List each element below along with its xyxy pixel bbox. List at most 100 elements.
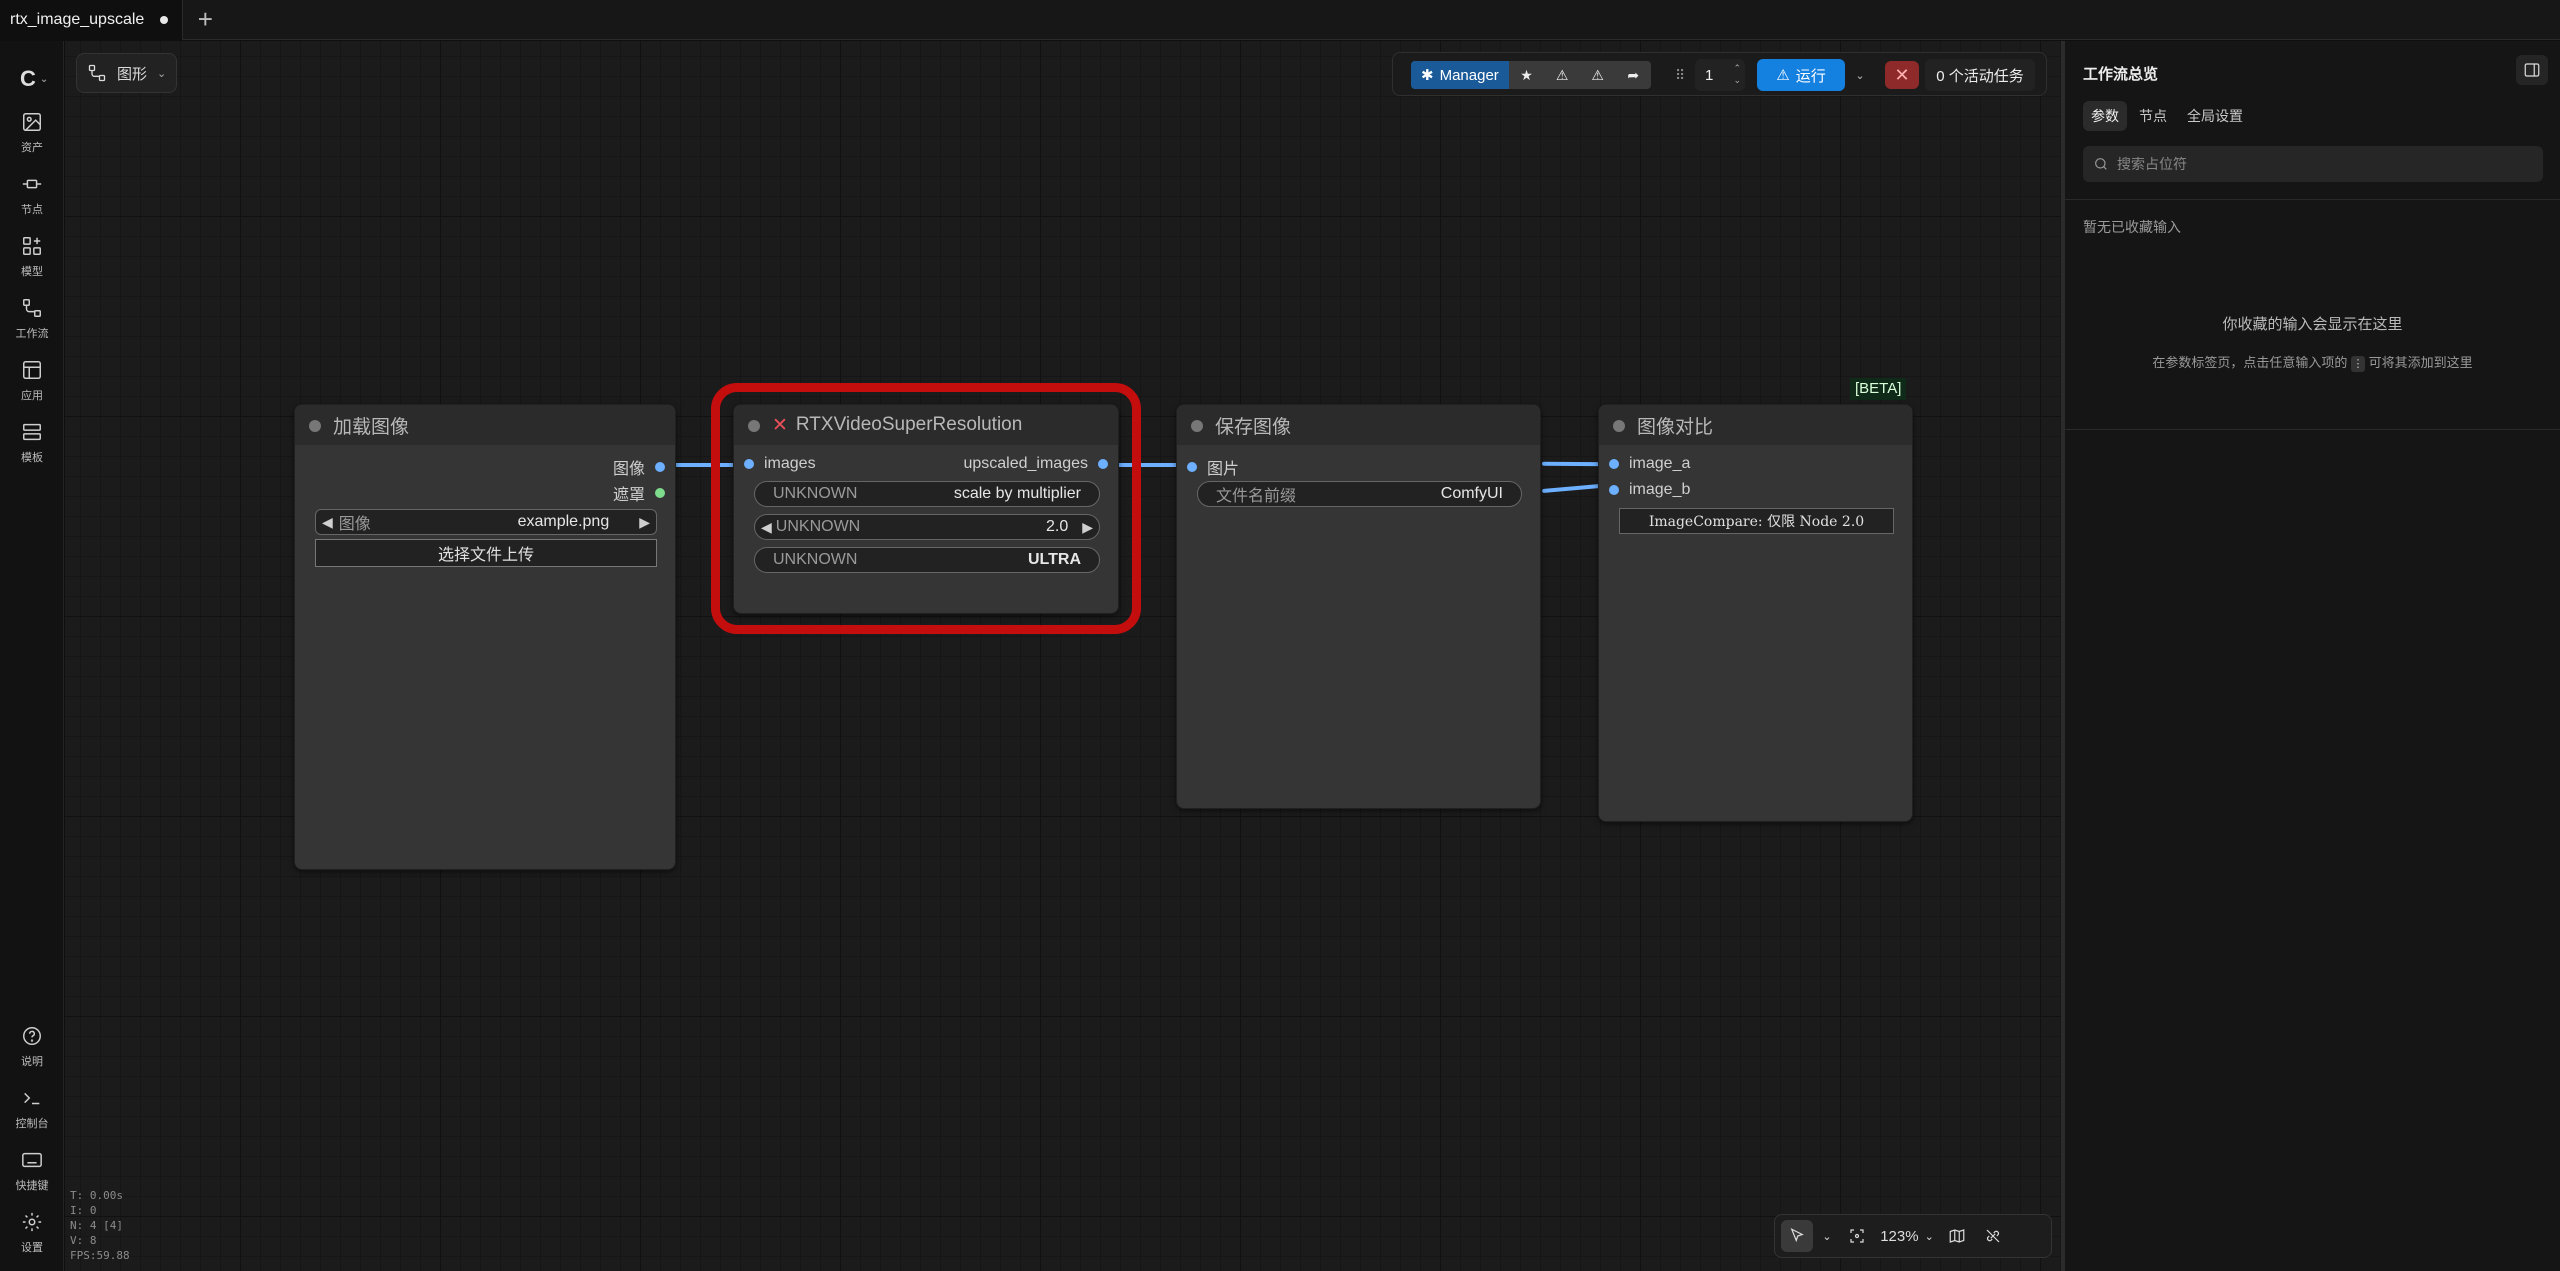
sidebar-item-label: 模型 bbox=[21, 266, 43, 278]
queue-count-input[interactable]: 1 ⌃ ⌄ bbox=[1695, 59, 1745, 91]
sidebar-item-nodes[interactable]: 节点 bbox=[0, 173, 64, 217]
node-rtx-video-super-resolution[interactable]: ✕ RTXVideoSuperResolution images upscale… bbox=[733, 404, 1119, 614]
input-socket-icon[interactable] bbox=[1187, 462, 1197, 472]
workflow-tab-label: rtx_image_upscale bbox=[10, 11, 145, 28]
widget-label: UNKNOWN bbox=[773, 485, 858, 502]
stat-i: I: 0 bbox=[70, 1204, 97, 1217]
comfy-logo-icon: C bbox=[20, 66, 36, 91]
node-title: RTXVideoSuperResolution bbox=[795, 414, 1023, 435]
tab-global-settings[interactable]: 全局设置 bbox=[2179, 101, 2251, 131]
graph-mode-button[interactable]: 图形 ⌄ bbox=[76, 53, 178, 93]
hint-text-after: 可将其添加到这里 bbox=[2368, 355, 2473, 370]
tab-parameters[interactable]: 参数 bbox=[2083, 101, 2127, 131]
sidebar-item-console[interactable]: 控制台 bbox=[0, 1087, 64, 1131]
queue-count-value: 1 bbox=[1705, 66, 1714, 84]
arrow-right-icon[interactable]: ▶ bbox=[1082, 519, 1093, 536]
cursor-icon bbox=[1790, 1228, 1804, 1243]
minimap-toggle-button[interactable] bbox=[1941, 1220, 1973, 1252]
new-tab-button[interactable]: + bbox=[183, 0, 227, 39]
output-socket-icon[interactable] bbox=[655, 488, 665, 498]
output-mask[interactable]: 遮罩 bbox=[613, 481, 665, 505]
node-title-bar[interactable]: 加载图像 bbox=[295, 405, 675, 445]
sidebar-item-label: 快捷键 bbox=[15, 1180, 49, 1192]
comfy-logo-menu[interactable]: C ⌄ bbox=[20, 65, 56, 93]
input-image-b[interactable]: image_b bbox=[1609, 481, 1690, 499]
stat-nodes: N: 4 [4] bbox=[70, 1219, 123, 1232]
node-title: 保存图像 bbox=[1215, 416, 1292, 438]
active-jobs-button[interactable]: 0 个活动任务 bbox=[1925, 59, 2035, 91]
output-image[interactable]: 图像 bbox=[613, 455, 665, 479]
fit-view-button[interactable] bbox=[1841, 1220, 1873, 1252]
map-icon bbox=[1949, 1229, 1965, 1243]
output-socket-icon[interactable] bbox=[655, 462, 665, 472]
sidebar-item-label: 资产 bbox=[21, 142, 43, 154]
node-title-bar[interactable]: 保存图像 bbox=[1177, 405, 1540, 445]
output-upscaled-images[interactable]: upscaled_images bbox=[963, 455, 1108, 473]
manager-button[interactable]: ✱ Manager bbox=[1411, 61, 1509, 89]
model-manager-icon[interactable]: ⚠ bbox=[1544, 61, 1580, 89]
run-mode-dropdown[interactable]: ⌄ bbox=[1849, 59, 1871, 91]
drag-handle-icon[interactable]: ⠿ bbox=[1675, 67, 1685, 84]
empty-state-hint: 在参数标签页，点击任意输入项的 ⋮ 可将其添加到这里 bbox=[2065, 352, 2560, 372]
scale-method-combo[interactable]: UNKNOWN scale by multiplier bbox=[754, 481, 1100, 507]
chevron-down-icon: ⌄ bbox=[1924, 1230, 1934, 1243]
node-save-image[interactable]: 保存图像 图片 文件名前缀 ComfyUI bbox=[1176, 404, 1541, 809]
scale-number-widget[interactable]: ◀ UNKNOWN 2.0 ▶ bbox=[754, 514, 1100, 540]
link-off-icon bbox=[1986, 1229, 2000, 1243]
sidebar-item-assets[interactable]: 资产 bbox=[0, 111, 64, 155]
unload-models-icon[interactable]: ⚠ bbox=[1580, 61, 1616, 89]
arrow-left-icon[interactable]: ◀ bbox=[761, 519, 772, 536]
select-tool-button[interactable] bbox=[1781, 1220, 1813, 1252]
image-file-select[interactable]: ◀ 图像 example.png ▶ bbox=[315, 509, 657, 535]
upload-button[interactable]: 选择文件上传 bbox=[315, 539, 657, 567]
sidebar-item-models[interactable]: 模型 bbox=[0, 235, 64, 279]
input-socket-icon[interactable] bbox=[1609, 459, 1619, 469]
run-button[interactable]: ⚠ 运行 bbox=[1757, 59, 1845, 91]
tool-dropdown[interactable]: ⌄ bbox=[1817, 1220, 1837, 1252]
panel-search-input[interactable]: 搜索占位符 bbox=[2083, 146, 2543, 182]
image-icon bbox=[23, 113, 41, 131]
star-icon[interactable]: ★ bbox=[1509, 61, 1545, 89]
sidebar-item-settings[interactable]: 设置 bbox=[0, 1211, 64, 1255]
sidebar-item-help[interactable]: 说明 bbox=[0, 1025, 64, 1069]
share-icon[interactable]: ➦ bbox=[1615, 61, 1651, 89]
node-load-image[interactable]: 加载图像 图像 遮罩 ◀ 图像 example.png ▶ 选择文件上传 bbox=[294, 404, 676, 870]
node-image-compare[interactable]: 图像对比 image_a image_b ImageCompare: 仅限 No… bbox=[1598, 404, 1913, 822]
workflow-tab[interactable]: rtx_image_upscale bbox=[0, 0, 184, 40]
sidebar-item-apps[interactable]: 应用 bbox=[0, 359, 64, 403]
puzzle-icon: ✱ bbox=[1421, 67, 1434, 84]
zoom-level-dropdown[interactable]: 123% ⌄ bbox=[1877, 1220, 1937, 1252]
sidebar-item-shortcuts[interactable]: 快捷键 bbox=[0, 1149, 64, 1193]
empty-state-title: 你收藏的输入会显示在这里 bbox=[2222, 316, 2403, 333]
input-image-a[interactable]: image_a bbox=[1609, 455, 1690, 473]
quality-combo[interactable]: UNKNOWN ULTRA bbox=[754, 547, 1100, 573]
tab-nodes[interactable]: 节点 bbox=[2131, 101, 2175, 131]
workflow-icon bbox=[88, 64, 106, 82]
sidebar-item-workflows[interactable]: 工作流 bbox=[0, 297, 64, 341]
input-images[interactable]: 图片 bbox=[1187, 455, 1239, 479]
input-images[interactable]: images bbox=[744, 455, 816, 473]
panel-tabs: 参数 节点 全局设置 bbox=[2083, 101, 2251, 131]
workflow-icon bbox=[23, 299, 41, 317]
model-icon bbox=[23, 237, 41, 255]
filename-prefix-input[interactable]: 文件名前缀 ComfyUI bbox=[1197, 481, 1522, 507]
sidebar-item-templates[interactable]: 模板 bbox=[0, 421, 64, 465]
widget-value: example.png bbox=[517, 513, 610, 530]
node-title-bar[interactable]: ✕ RTXVideoSuperResolution bbox=[734, 405, 1118, 445]
run-label: 运行 bbox=[1795, 67, 1826, 85]
divider bbox=[2065, 429, 2560, 430]
interrupt-button[interactable]: ✕ bbox=[1885, 61, 1919, 89]
template-icon bbox=[23, 423, 41, 441]
terminal-icon bbox=[24, 1092, 40, 1105]
arrow-right-icon[interactable]: ▶ bbox=[639, 514, 650, 531]
node-title-bar[interactable]: 图像对比 bbox=[1599, 405, 1912, 445]
node-status-dot bbox=[1191, 420, 1203, 432]
panel-toggle-button[interactable] bbox=[2516, 55, 2548, 85]
link-visibility-button[interactable] bbox=[1977, 1220, 2009, 1252]
stepper-arrows-icon[interactable]: ⌃ ⌄ bbox=[1733, 62, 1741, 86]
output-socket-icon[interactable] bbox=[1098, 459, 1108, 469]
input-socket-icon[interactable] bbox=[744, 459, 754, 469]
unsaved-indicator bbox=[160, 16, 169, 24]
input-socket-icon[interactable] bbox=[1609, 485, 1619, 495]
arrow-left-icon[interactable]: ◀ bbox=[322, 514, 333, 531]
